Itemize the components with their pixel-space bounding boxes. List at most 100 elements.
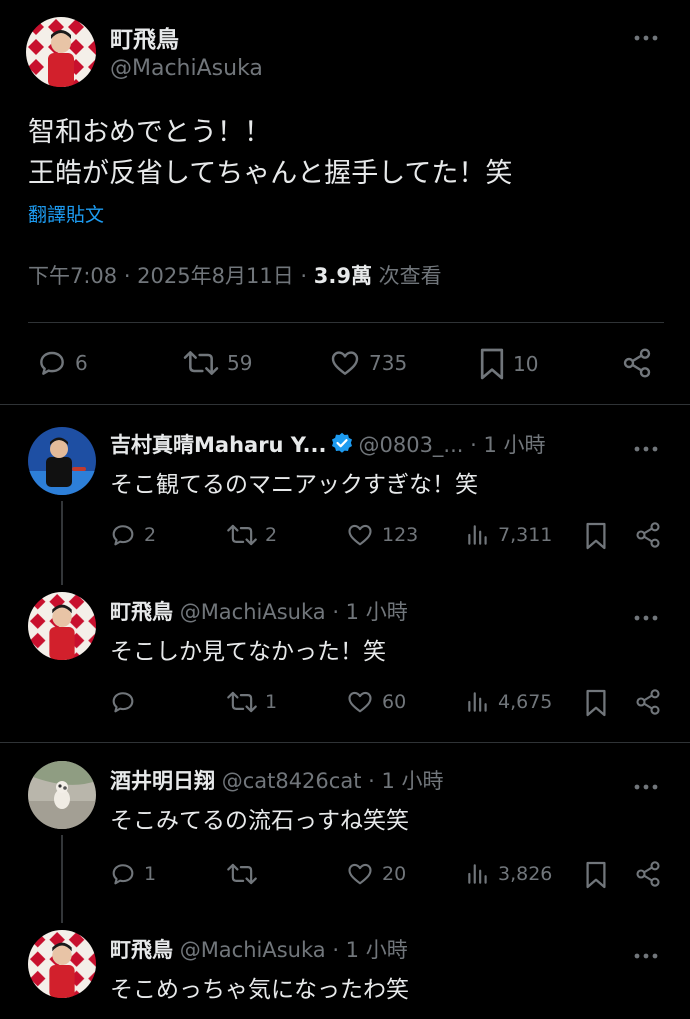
reply-button[interactable]: 6 [36,347,88,379]
reply-text: そこ観てるのマニアックすぎな！笑 [110,472,478,498]
reply-button[interactable]: 2 [109,521,156,549]
views-icon [468,864,487,884]
reply-icon [112,864,134,885]
translate-link[interactable]: 翻譯貼文 [28,200,104,227]
bookmark-button[interactable] [584,860,608,890]
post-text: 智和おめでとう！！ 王皓が反省してちゃんと握手してた！笑 [28,112,512,194]
share-button[interactable] [634,521,662,549]
reply-author-name[interactable]: 酒井明日翔 [110,769,215,793]
share-button[interactable] [634,688,662,716]
reply-text: そこみてるの流石っすね笑笑 [110,808,409,834]
like-count: 60 [382,691,407,713]
repost-icon [227,691,257,713]
reply-header: 町飛鳥 @MachiAsuka · 1 小時 [110,596,408,626]
like-button[interactable]: 60 [345,688,406,716]
more-icon[interactable] [634,942,658,964]
post-text-line1: 智和おめでとう！！ [28,117,271,148]
bookmark-button[interactable] [584,521,608,551]
reply-author-handle[interactable]: @0803_... [358,433,463,457]
share-icon [636,522,660,548]
views-button[interactable]: 3,826 [465,860,552,888]
divider [28,322,664,323]
share-button[interactable] [634,860,662,888]
views-button[interactable]: 7,311 [465,521,552,549]
avatar[interactable] [28,761,96,829]
reply-icon [112,525,134,546]
bookmark-button[interactable] [584,688,608,718]
divider [0,404,690,405]
repost-button[interactable]: 2 [226,521,277,549]
views-icon [468,525,487,545]
like-icon [348,524,372,546]
reply-author-handle[interactable]: @cat8426cat [222,769,362,793]
reply-author-name[interactable]: 町飛鳥 [110,938,173,962]
more-icon[interactable] [634,24,658,46]
reply-count: 1 [144,863,157,885]
like-icon [348,863,372,885]
repost-icon [227,863,257,885]
views-count: 7,311 [498,524,553,546]
bookmark-icon [586,689,606,717]
like-button[interactable]: 735 [328,347,407,379]
repost-button[interactable] [226,860,265,888]
reply-button[interactable] [109,688,144,716]
reply-author-handle[interactable]: @MachiAsuka [180,600,326,624]
more-icon[interactable] [634,604,658,626]
like-button[interactable]: 123 [345,521,418,549]
views-button[interactable]: 4,675 [465,688,552,716]
reply-header: 吉村真晴Maharu Y... @0803_... · 1 小時 [110,429,546,459]
views-count: 4,675 [498,691,553,713]
reply-time[interactable]: · 1 小時 [463,433,545,457]
views-label: 次查看 [371,264,442,288]
like-icon [348,691,372,713]
avatar[interactable] [26,17,96,87]
post-meta: 下午7:08 · 2025年8月11日 · 3.9萬 次查看 [28,260,442,290]
repost-count: 2 [265,524,278,546]
reply-text: そこめっちゃ気になったわ笑 [110,977,409,1003]
reply-count: 6 [75,351,88,375]
views-count: 3,826 [498,863,553,885]
divider [0,742,690,743]
bookmark-icon [586,861,606,889]
repost-icon [227,524,257,546]
like-icon [331,351,359,375]
post-timestamp[interactable]: 下午7:08 · 2025年8月11日 · [28,264,314,288]
post-text-line2: 王皓が反省してちゃんと握手してた！笑 [28,158,513,189]
avatar[interactable] [28,427,96,495]
author-handle[interactable]: @MachiAsuka [110,56,263,81]
thread-line [61,835,63,923]
reply-time[interactable]: · 1 小時 [361,769,443,793]
main-post: 町飛鳥 @MachiAsuka 智和おめでとう！！ 王皓が反省してちゃんと握手して… [0,0,690,405]
reply-time[interactable]: · 1 小時 [326,600,407,624]
more-icon[interactable] [634,773,658,795]
bookmark-button[interactable]: 10 [478,347,538,381]
repost-button[interactable]: 59 [182,347,252,379]
repost-icon [183,351,219,375]
author-name[interactable]: 町飛鳥 [110,20,179,54]
reply-header: 町飛鳥 @MachiAsuka · 1 小時 [110,934,408,964]
reply-author-name[interactable]: 吉村真晴Maharu Y... [110,433,326,457]
views-count: 3.9萬 [313,264,372,288]
bookmark-count: 10 [513,352,539,376]
reply-time[interactable]: · 1 小時 [326,938,407,962]
reply-icon [112,692,134,713]
reply-button[interactable]: 1 [109,860,156,888]
like-count: 20 [382,863,407,885]
like-count: 735 [369,351,408,375]
share-button[interactable] [621,347,653,379]
like-count: 123 [382,524,419,546]
avatar[interactable] [28,592,96,660]
bookmark-icon [586,522,606,550]
avatar[interactable] [28,930,96,998]
reply-count: 2 [144,524,157,546]
more-icon[interactable] [634,435,658,457]
reply-header: 酒井明日翔 @cat8426cat · 1 小時 [110,765,444,795]
views-icon [468,692,487,712]
reply-author-handle[interactable]: @MachiAsuka [180,938,326,962]
share-icon [623,348,651,378]
like-button[interactable]: 20 [345,860,406,888]
verified-icon [332,432,353,453]
repost-button[interactable]: 1 [226,688,277,716]
reply-icon [40,351,64,375]
reply-author-name[interactable]: 町飛鳥 [110,600,173,624]
